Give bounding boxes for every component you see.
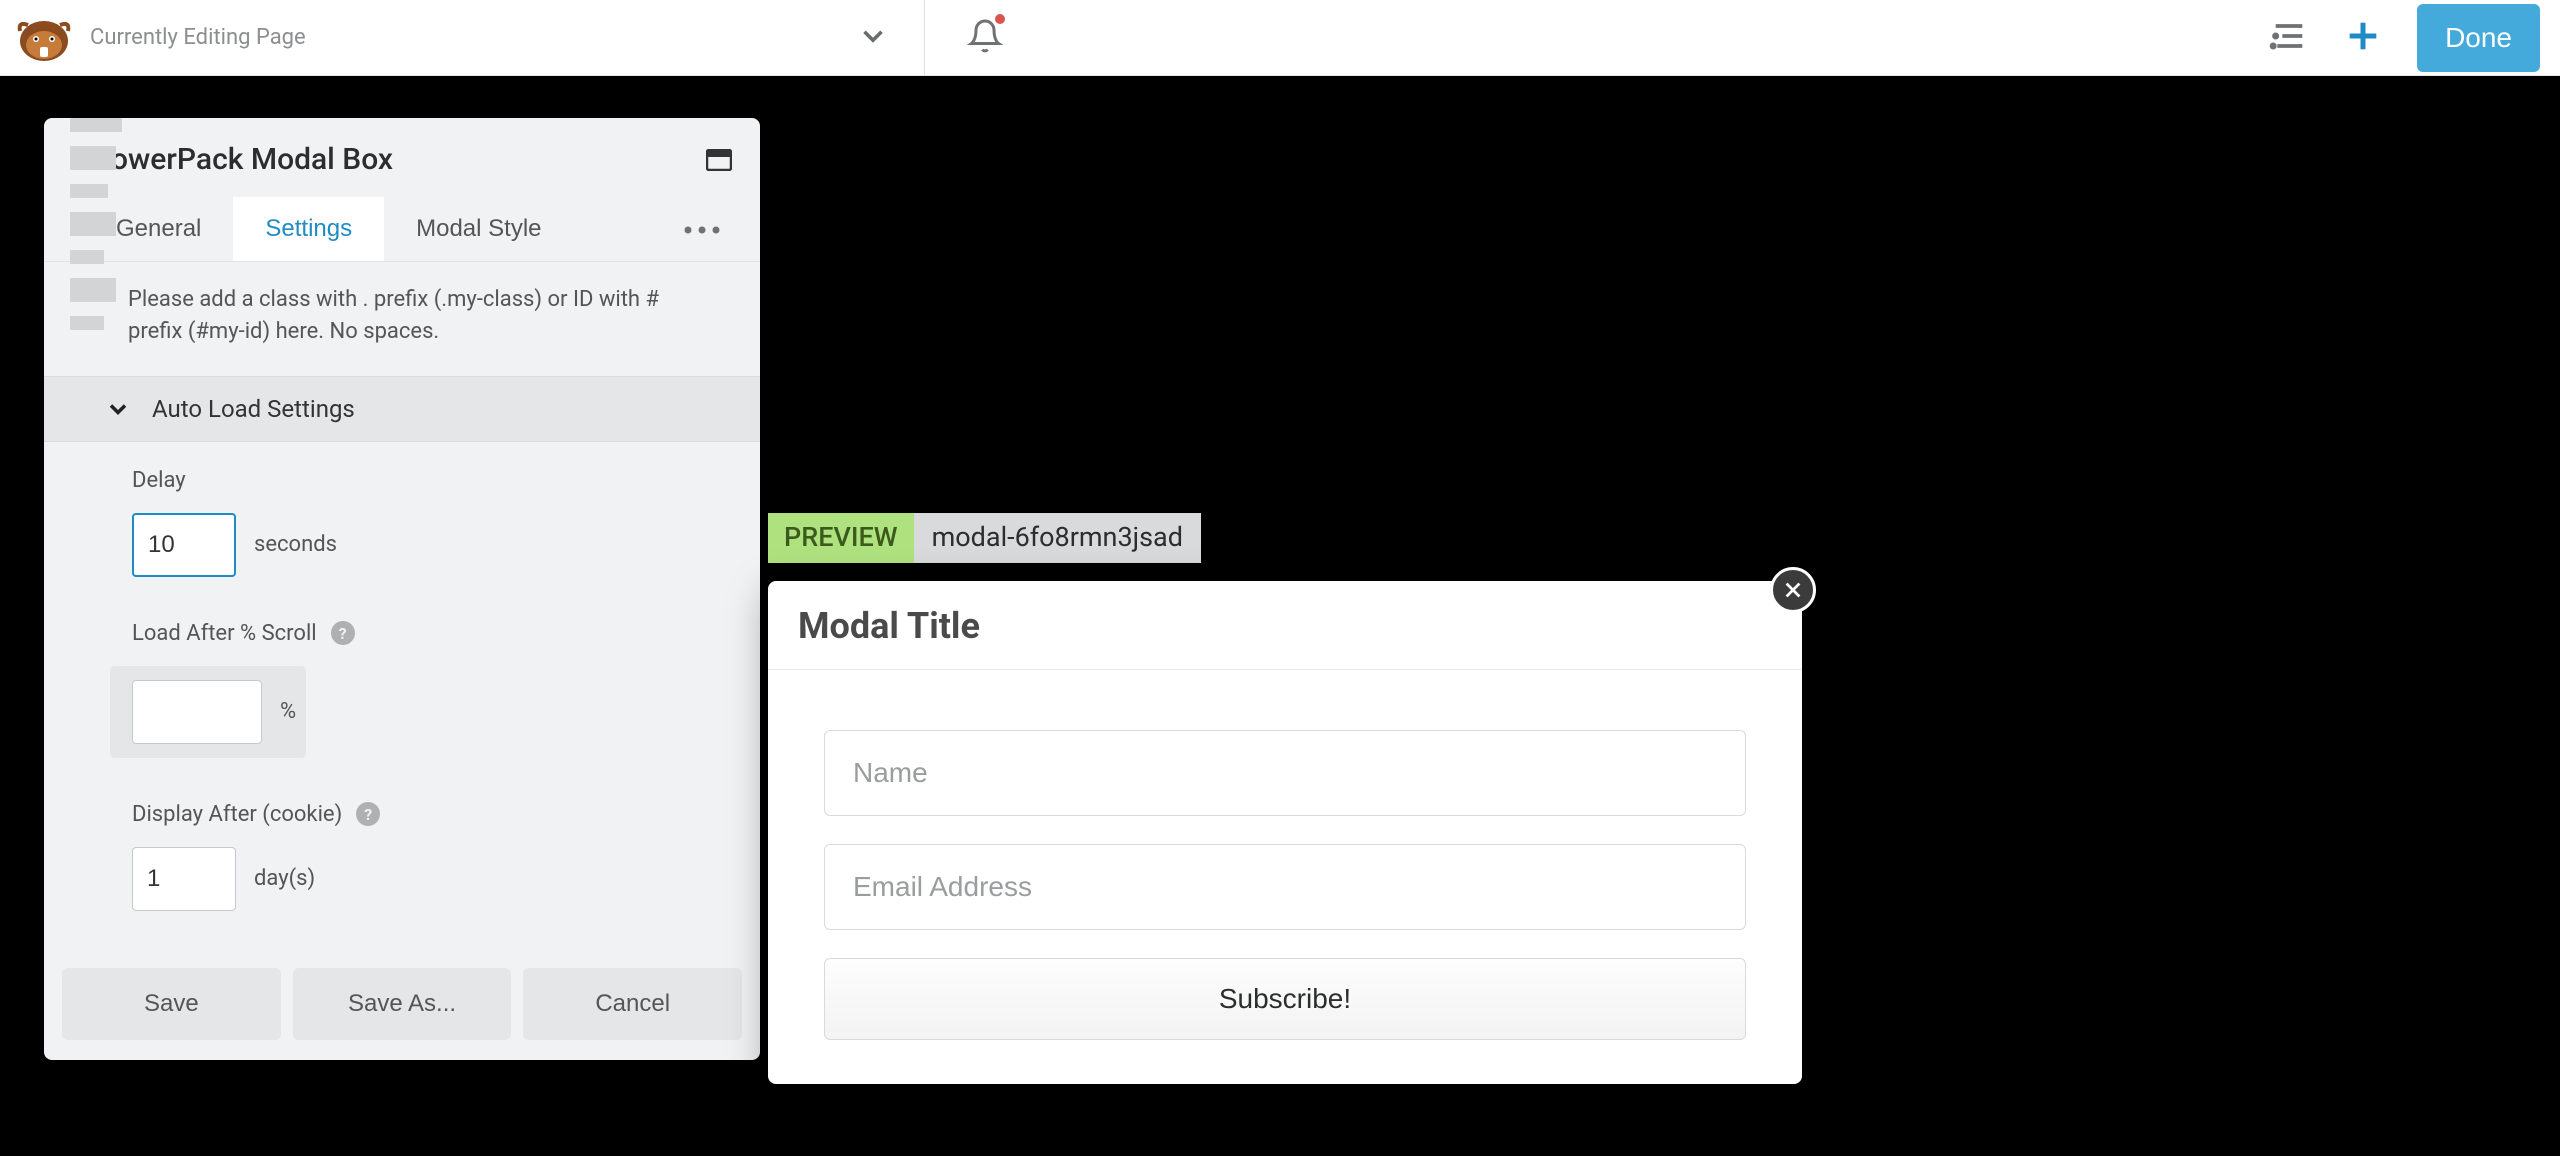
toolbar-left-group: Currently Editing Page (14, 0, 1003, 76)
scroll-input[interactable] (132, 680, 262, 744)
more-tabs-icon[interactable] (662, 220, 742, 239)
chevron-down-icon (104, 395, 132, 423)
modal-title: Modal Title (798, 605, 1772, 647)
notification-dot-icon (995, 14, 1005, 24)
preview-id: modal-6fo8rmn3jsad (914, 513, 1201, 563)
beaver-logo-icon (14, 11, 74, 65)
panel-footer: Save Save As... Cancel (44, 952, 760, 1060)
delay-label: Delay (132, 468, 712, 493)
module-settings-panel: PowerPack Modal Box General Settings Mod… (44, 118, 760, 1060)
save-as-button[interactable]: Save As... (293, 968, 512, 1040)
cookie-unit: day(s) (254, 866, 315, 891)
section-auto-load-settings[interactable]: Auto Load Settings (44, 376, 760, 442)
notifications-bell-icon[interactable] (967, 18, 1003, 58)
tab-general[interactable]: General (84, 197, 233, 261)
close-icon (1782, 579, 1804, 601)
scroll-unit: % (280, 699, 296, 724)
scroll-label: Load After % Scroll (132, 621, 317, 646)
done-button[interactable]: Done (2417, 4, 2540, 72)
separator (924, 0, 925, 76)
delay-input[interactable] (132, 513, 236, 577)
tab-settings[interactable]: Settings (233, 197, 384, 261)
panel-header: PowerPack Modal Box (44, 118, 760, 197)
preview-badge: PREVIEW modal-6fo8rmn3jsad (768, 513, 1201, 563)
name-field[interactable] (824, 730, 1746, 816)
email-field[interactable] (824, 844, 1746, 930)
toolbar-right-group: Done (2269, 4, 2540, 72)
chevron-down-icon[interactable] (856, 19, 890, 57)
panel-tabs: General Settings Modal Style (44, 197, 760, 262)
tab-modal-style[interactable]: Modal Style (384, 197, 573, 261)
modal-header: Modal Title (768, 581, 1802, 670)
modal-preview: Modal Title Subscribe! (768, 581, 1802, 1084)
page-title: Currently Editing Page (90, 25, 306, 50)
add-icon[interactable] (2343, 16, 2383, 60)
section-title: Auto Load Settings (152, 395, 355, 423)
panel-title: PowerPack Modal Box (92, 142, 393, 177)
subscribe-button[interactable]: Subscribe! (824, 958, 1746, 1040)
cookie-input[interactable] (132, 847, 236, 911)
save-button[interactable]: Save (62, 968, 281, 1040)
outline-icon[interactable] (2269, 16, 2309, 60)
field-help-text: Please add a class with . prefix (.my-cl… (44, 262, 760, 376)
modal-close-button[interactable] (1770, 567, 1816, 613)
top-toolbar: Currently Editing Page Done (0, 0, 2560, 76)
cancel-button[interactable]: Cancel (523, 968, 742, 1040)
delay-unit: seconds (254, 532, 337, 557)
cookie-label: Display After (cookie) (132, 802, 342, 827)
preview-label: PREVIEW (768, 513, 914, 563)
help-icon[interactable]: ? (356, 802, 380, 826)
panel-body-scroll[interactable]: Please add a class with . prefix (.my-cl… (44, 262, 760, 952)
responsive-toggle-icon[interactable] (706, 149, 732, 171)
help-icon[interactable]: ? (331, 621, 355, 645)
modal-body: Subscribe! (768, 670, 1802, 1084)
